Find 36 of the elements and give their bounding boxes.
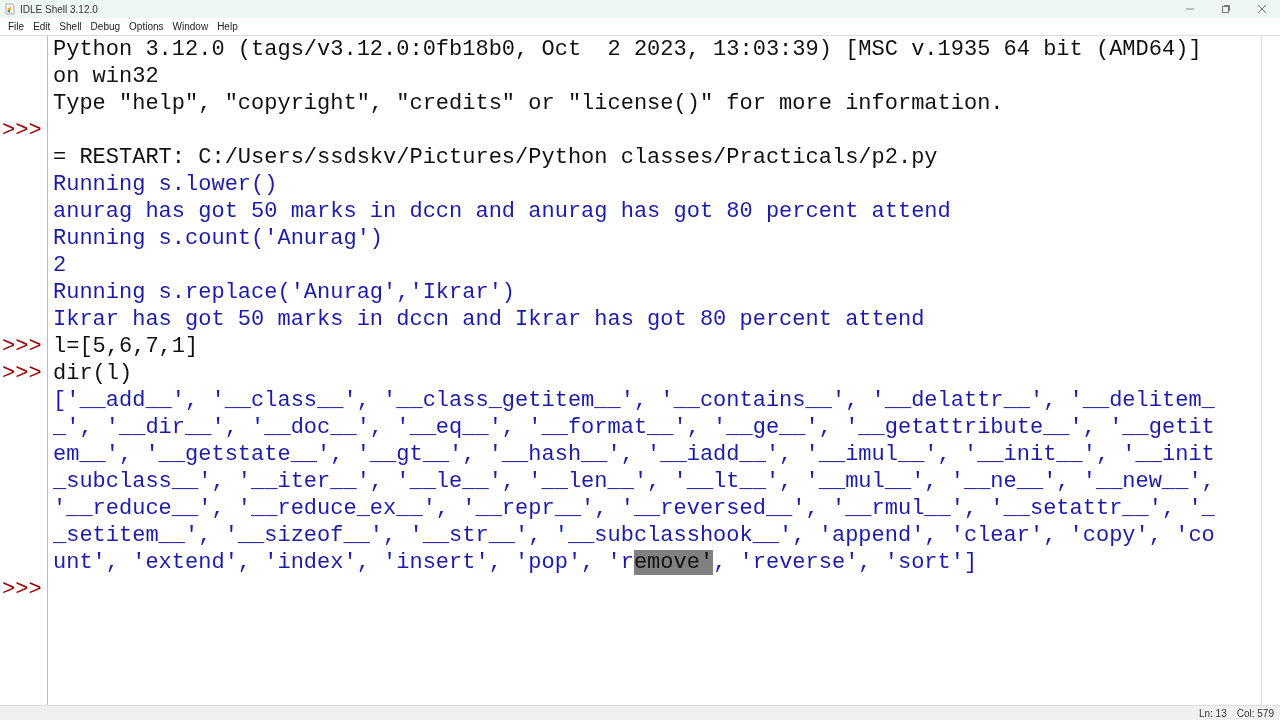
python-file-icon xyxy=(4,3,16,15)
column-number-indicator: Col: 579 xyxy=(1236,706,1274,720)
output-line: _', '__dir__', '__doc__', '__eq__', '__format__', '__ge__', '__getattribute__', '__getit xyxy=(53,415,1215,440)
output-line: em__', '__getstate__', '__gt__', '__hash__', '__iadd__', '__imul__', '__init__', '__init xyxy=(53,442,1215,467)
output-line: anurag has got 50 marks in dccn and anurag has got 80 percent attend xyxy=(53,199,951,224)
output-line: Running s.replace('Anurag','Ikrar') xyxy=(53,280,516,305)
menu-item[interactable]: Window xyxy=(168,19,213,34)
output-line: '__reduce__', '__reduce_ex__', '__repr__', '__reversed__', '__rmul__', '__setattr__', '_ xyxy=(53,496,1215,521)
shell-prompt: >>> xyxy=(2,334,42,359)
menu-item[interactable]: Shell xyxy=(55,19,86,34)
output-line: Type "help", "copyright", "credits" or "license()" for more information. xyxy=(53,91,1004,116)
output-line: unt', 'extend', 'index', 'insert', 'pop', 'remove', 'reverse', 'sort'] xyxy=(53,550,978,575)
menu-item[interactable]: Edit xyxy=(29,19,55,34)
restore-icon xyxy=(1221,4,1231,14)
menu-item[interactable]: Options xyxy=(125,19,168,34)
output-line: Python 3.12.0 (tags/v3.12.0:0fb18b0, Oct 2 2023, 13:03:39) [MSC v.1935 64 bit (AMD64)] xyxy=(53,37,1202,62)
output-line: _setitem__', '__sizeof__', '__str__', '__subclasshook__', 'append', 'clear', 'copy', 'co xyxy=(53,523,1215,548)
window-title: IDLE Shell 3.12.0 xyxy=(20,2,98,17)
output-line: on win32 xyxy=(53,64,159,89)
menu-item[interactable]: Debug xyxy=(86,19,125,34)
output-line: = RESTART: C:/Users/ssdskv/Pictures/Python classes/Practicals/p2.py xyxy=(53,145,938,170)
line-number-indicator: Ln: 13 xyxy=(1198,706,1227,720)
menu-item[interactable]: File xyxy=(4,19,29,34)
menu-item[interactable]: Help xyxy=(213,19,242,34)
output-line: Running s.lower() xyxy=(53,172,278,197)
shell-prompt: >>> xyxy=(2,118,42,143)
output-line: ['__add__', '__class__', '__class_getitem__', '__contains__', '__delattr__', '__delitem_ xyxy=(53,388,1215,413)
input-line: dir(l) xyxy=(53,361,133,386)
close-icon xyxy=(1257,4,1267,14)
output-line: 2 xyxy=(53,253,67,278)
output-line: Running s.count('Anurag') xyxy=(53,226,384,251)
shell-prompt: >>> xyxy=(2,361,42,386)
output-line: _subclass__', '__iter__', '__le__', '__len__', '__lt__', '__mul__', '__ne__', '__new__', xyxy=(53,469,1215,494)
shell-prompt: >>> xyxy=(2,577,42,602)
output-line: Ikrar has got 50 marks in dccn and Ikrar has got 80 percent attend xyxy=(53,307,925,332)
input-line: l=[5,6,7,1] xyxy=(53,334,199,359)
